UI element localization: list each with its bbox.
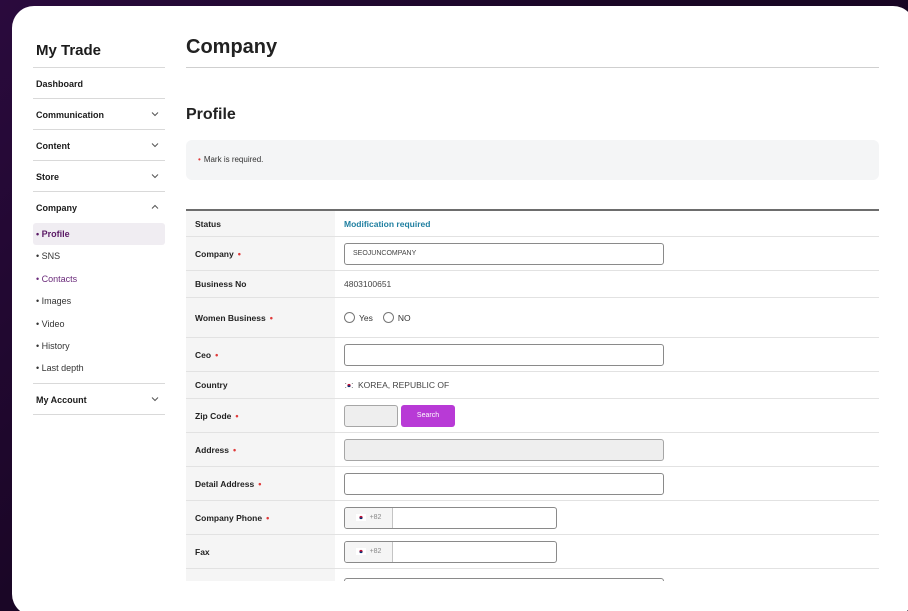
required-mark: • bbox=[266, 512, 270, 523]
required-mark: • bbox=[237, 248, 241, 259]
field-label: Ceo • bbox=[186, 338, 335, 371]
divider bbox=[33, 191, 165, 192]
field-label: Company • bbox=[186, 237, 335, 270]
fax-field[interactable]: +82 bbox=[344, 540, 557, 563]
ceo-input[interactable] bbox=[344, 343, 664, 366]
country-code-select[interactable]: +82 bbox=[345, 507, 393, 528]
chevron-down-icon bbox=[151, 143, 159, 148]
sidebar-item-store[interactable]: Store bbox=[36, 172, 162, 182]
korea-flag-icon bbox=[344, 381, 354, 389]
fax-input[interactable] bbox=[393, 542, 556, 562]
chevron-up-icon bbox=[151, 204, 159, 209]
country-value: KOREA, REPUBLIC OF bbox=[358, 380, 450, 390]
zip-code-input[interactable] bbox=[344, 404, 398, 427]
sidebar-subitem-profile[interactable]: • Profile bbox=[33, 223, 165, 245]
form-row-detail-address: Detail Address • bbox=[186, 467, 879, 501]
form-row-company-phone: Company Phone • +82 bbox=[186, 501, 879, 535]
status-value: Modification required bbox=[344, 218, 431, 229]
field-label: Company Phone • bbox=[186, 501, 335, 534]
chevron-down-icon bbox=[151, 174, 159, 179]
required-mark: • bbox=[215, 349, 219, 360]
required-mark: • bbox=[269, 312, 273, 323]
sidebar-item-label: Store bbox=[36, 172, 60, 182]
divider bbox=[33, 383, 165, 384]
form-row-business-no: Business No 4803100651 bbox=[186, 271, 879, 298]
radio-no[interactable]: NO bbox=[382, 312, 411, 323]
business-no-value: 4803100651 bbox=[344, 279, 392, 289]
sidebar-item-label: Communication bbox=[36, 110, 105, 120]
field-label: Status bbox=[186, 211, 335, 236]
company-input[interactable]: SEOJUNCOMPANY bbox=[344, 242, 664, 265]
detail-address-input[interactable] bbox=[344, 472, 664, 495]
form-row-country: Country KOREA, REPUBLIC OF bbox=[186, 372, 879, 399]
sidebar-item-label: Dashboard bbox=[36, 79, 84, 89]
sidebar-item-label: Company bbox=[36, 203, 78, 213]
divider bbox=[33, 129, 165, 130]
sidebar-item-dashboard[interactable]: Dashboard bbox=[36, 79, 162, 89]
required-mark: • bbox=[258, 478, 262, 489]
required-mark: • bbox=[233, 444, 237, 455]
section-title: Profile bbox=[186, 106, 236, 123]
field-label: Business No bbox=[186, 271, 335, 297]
radio-yes[interactable]: Yes bbox=[344, 312, 373, 323]
field-label: Address • bbox=[186, 433, 335, 466]
divider bbox=[33, 160, 165, 161]
divider bbox=[33, 67, 165, 68]
form-row-address: Address • bbox=[186, 433, 879, 467]
country-code-select[interactable]: +82 bbox=[345, 541, 393, 562]
field-label: Fax bbox=[186, 535, 335, 568]
chevron-down-icon bbox=[151, 397, 159, 402]
korea-flag-icon bbox=[355, 514, 366, 521]
page-title: Company bbox=[186, 36, 278, 58]
required-mark: • bbox=[198, 155, 201, 164]
sidebar-subitem-last-depth[interactable]: • Last depth bbox=[33, 357, 165, 379]
form-row-fax: Fax +82 bbox=[186, 535, 879, 569]
field-label: Zip Code • bbox=[186, 399, 335, 432]
divider bbox=[33, 414, 165, 415]
form-row-ceo: Ceo • bbox=[186, 338, 879, 372]
sidebar-subitem-sns[interactable]: • SNS bbox=[33, 245, 165, 267]
address-input[interactable] bbox=[344, 438, 664, 461]
notice-text: Mark is required. bbox=[203, 155, 264, 164]
company-phone-field[interactable]: +82 bbox=[344, 506, 557, 529]
sidebar-item-content[interactable]: Content bbox=[36, 141, 162, 151]
next-input[interactable] bbox=[344, 578, 664, 581]
profile-form: Status Modification required Company • SE… bbox=[186, 209, 879, 581]
sidebar-item-my-account[interactable]: My Account bbox=[36, 395, 162, 405]
sidebar-title: My Trade bbox=[36, 42, 102, 59]
company-phone-input[interactable] bbox=[393, 508, 556, 528]
field-label: Country bbox=[186, 372, 335, 398]
form-row-zip-code: Zip Code • Search bbox=[186, 399, 879, 433]
search-button[interactable]: Search bbox=[401, 404, 455, 427]
radio-circle-icon bbox=[344, 312, 355, 323]
form-row-next bbox=[186, 569, 879, 581]
chevron-down-icon bbox=[151, 112, 159, 117]
sidebar-item-communication[interactable]: Communication bbox=[36, 110, 162, 120]
sidebar-item-label: My Account bbox=[36, 395, 87, 405]
sidebar-subitem-history[interactable]: • History bbox=[33, 335, 165, 357]
required-mark: • bbox=[235, 410, 239, 421]
radio-circle-icon bbox=[382, 312, 394, 323]
field-label: Women Business • bbox=[186, 298, 335, 337]
form-row-company: Company • SEOJUNCOMPANY bbox=[186, 237, 879, 271]
divider bbox=[186, 67, 879, 68]
field-label: Detail Address • bbox=[186, 467, 335, 500]
sidebar-subitem-contacts[interactable]: • Contacts bbox=[33, 268, 165, 290]
required-notice: • Mark is required. bbox=[186, 140, 879, 180]
form-row-women-business: Women Business • Yes NO bbox=[186, 298, 879, 338]
divider bbox=[33, 98, 165, 99]
sidebar-item-company[interactable]: Company bbox=[36, 203, 162, 213]
sidebar-item-label: Content bbox=[36, 141, 70, 151]
sidebar-subitem-video[interactable]: • Video bbox=[33, 313, 165, 335]
korea-flag-icon bbox=[355, 548, 366, 555]
field-label bbox=[186, 569, 335, 581]
sidebar-subitem-images[interactable]: • Images bbox=[33, 290, 165, 312]
form-row-status: Status Modification required bbox=[186, 211, 879, 237]
app-window: My Trade Dashboard Communication Content… bbox=[12, 6, 908, 611]
